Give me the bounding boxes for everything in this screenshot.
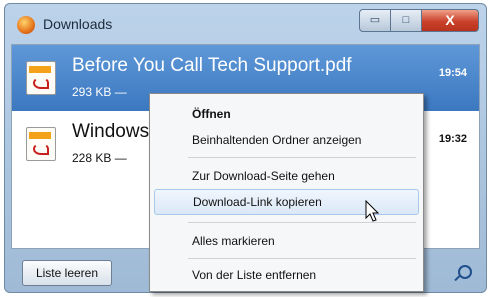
pdf-file-icon [26,127,56,161]
menu-item-go-to-page[interactable]: Zur Download-Seite gehen [154,163,419,189]
download-time: 19:54 [438,67,467,79]
download-meta: 228 KB — [72,151,127,165]
menu-separator [188,157,416,158]
close-button[interactable]: X [421,9,479,32]
download-meta: 293 KB — [72,85,127,99]
maximize-button[interactable]: □ [390,9,422,32]
menu-item-show-folder[interactable]: Beinhaltenden Ordner anzeigen [154,127,419,153]
clear-list-button[interactable]: Liste leeren [22,260,112,286]
download-filename: Before You Call Tech Support.pdf [72,55,352,76]
menu-separator [188,258,416,259]
download-filename: Windows [72,121,150,142]
download-time: 19:32 [438,133,467,145]
minimize-button[interactable]: ▭ [359,9,391,32]
context-menu: Öffnen Beinhaltenden Ordner anzeigen Zur… [149,93,424,292]
search-icon[interactable] [458,265,472,279]
mouse-cursor-icon [365,200,380,222]
menu-item-select-all[interactable]: Alles markieren [154,228,419,254]
menu-item-remove[interactable]: Von der Liste entfernen [154,262,419,288]
menu-separator [188,222,416,223]
pdf-file-icon [26,61,56,95]
title-bar[interactable]: Downloads ▭ □ X [5,4,486,44]
window-title: Downloads [43,16,113,32]
menu-item-open[interactable]: Öffnen [154,101,419,127]
firefox-icon [17,16,35,34]
